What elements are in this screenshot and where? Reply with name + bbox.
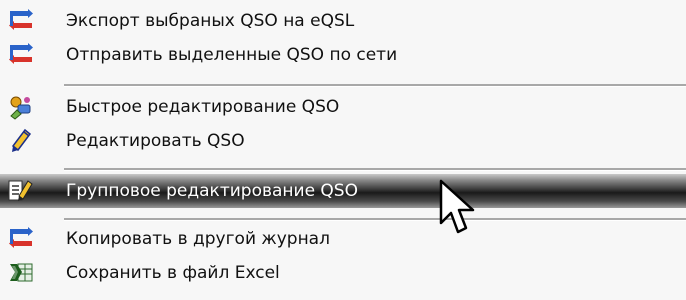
pencil-icon bbox=[11, 128, 32, 152]
menu-item-label: Копировать в другой журнал bbox=[66, 229, 330, 249]
quick-edit-icon bbox=[10, 96, 31, 120]
menu-separator bbox=[64, 168, 686, 171]
menu-item-label: Групповое редактирование QSO bbox=[66, 181, 358, 201]
menu-item-label: Экспорт выбраных QSO на eQSL bbox=[66, 11, 355, 31]
menu-separator bbox=[64, 218, 686, 221]
excel-icon bbox=[10, 263, 33, 282]
menu-item-copy-log[interactable]: Копировать в другой журнал bbox=[0, 222, 686, 256]
menu-item-label: Отправить выделенные QSO по сети bbox=[66, 45, 398, 65]
group-edit-icon bbox=[8, 180, 33, 201]
menu-item-label: Редактировать QSO bbox=[66, 131, 245, 151]
menu-item-quick-edit[interactable]: Быстрое редактирование QSO bbox=[0, 90, 686, 124]
menu-separator bbox=[64, 84, 686, 87]
menu-item-label: Быстрое редактирование QSO bbox=[66, 97, 340, 117]
transfer-arrows-icon bbox=[9, 227, 33, 248]
menu-item-label: Сохранить в файл Excel bbox=[66, 263, 280, 283]
transfer-arrows-icon bbox=[9, 43, 33, 64]
menu-item-group-edit[interactable]: Групповое редактирование QSO bbox=[0, 174, 686, 208]
menu-item-edit-qso[interactable]: Редактировать QSO bbox=[0, 124, 686, 158]
transfer-arrows-icon bbox=[9, 9, 33, 30]
menu-item-save-excel[interactable]: Сохранить в файл Excel bbox=[0, 256, 686, 290]
context-menu: Экспорт выбраных QSO на eQSL Отправить в… bbox=[0, 0, 686, 300]
menu-item-send-network[interactable]: Отправить выделенные QSO по сети bbox=[0, 38, 686, 72]
menu-item-export-eqsl[interactable]: Экспорт выбраных QSO на eQSL bbox=[0, 4, 686, 38]
mouse-pointer-icon bbox=[439, 179, 475, 234]
